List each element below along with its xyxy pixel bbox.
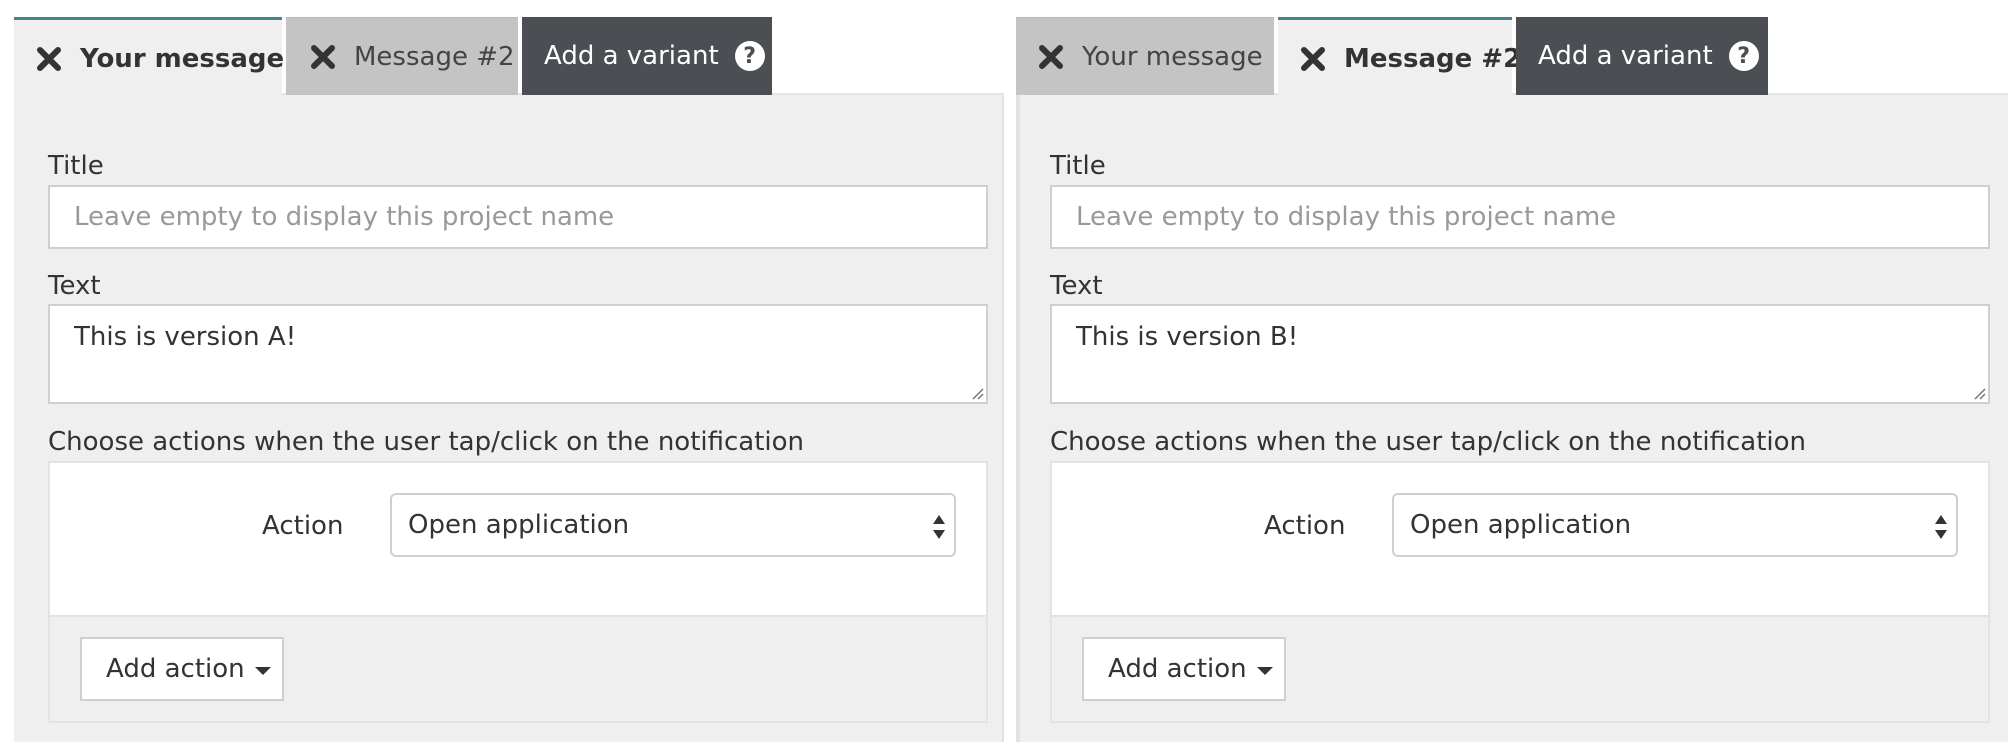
actions-footer: Add action bbox=[50, 615, 986, 721]
action-select-value: Open application bbox=[408, 510, 630, 540]
close-icon[interactable] bbox=[1300, 46, 1326, 72]
actions-footer: Add action bbox=[1052, 615, 1988, 721]
tab-bar: Your message Message #2 Add a variant ? bbox=[14, 17, 1004, 97]
tab-your-message[interactable]: Your message bbox=[14, 17, 285, 97]
left-panel: Your message Message #2 Add a variant ? … bbox=[14, 0, 1004, 742]
right-panel: Your message Message #2 Add a variant ? … bbox=[1016, 0, 2008, 742]
title-input[interactable]: Leave empty to display this project name bbox=[48, 185, 988, 249]
tab-bar: Your message Message #2 Add a variant ? bbox=[1016, 17, 2008, 97]
add-variant-label: Add a variant bbox=[544, 41, 719, 71]
add-action-button[interactable]: Add action bbox=[1082, 637, 1286, 701]
action-label: Action bbox=[262, 511, 344, 541]
text-value: This is version B! bbox=[1076, 322, 1299, 352]
text-label: Text bbox=[1050, 271, 1103, 301]
tab-label: Your message bbox=[80, 43, 285, 74]
tab-label: Message #2 bbox=[354, 41, 515, 72]
text-label: Text bbox=[48, 271, 101, 301]
action-label: Action bbox=[1264, 511, 1346, 541]
add-variant-tab[interactable]: Add a variant ? bbox=[522, 17, 772, 95]
add-action-label: Add action bbox=[1108, 654, 1247, 684]
help-icon[interactable]: ? bbox=[1728, 41, 1759, 71]
tab-label: Message #2 bbox=[1344, 43, 1522, 74]
title-input[interactable]: Leave empty to display this project name bbox=[1050, 185, 1990, 249]
tab-message-2[interactable]: Message #2 bbox=[1278, 17, 1521, 97]
select-arrows-icon bbox=[1935, 515, 1947, 539]
caret-down-icon bbox=[1256, 667, 1273, 675]
help-icon[interactable]: ? bbox=[734, 41, 765, 71]
action-select[interactable]: Open application bbox=[1392, 493, 1958, 557]
tab-label: Your message bbox=[1082, 41, 1263, 72]
text-textarea[interactable]: This is version A! bbox=[48, 304, 988, 404]
caret-down-icon bbox=[254, 667, 271, 675]
select-arrows-icon bbox=[933, 515, 945, 539]
add-action-button[interactable]: Add action bbox=[80, 637, 284, 701]
message-form: Title Leave empty to display this projec… bbox=[1016, 95, 2008, 742]
title-label: Title bbox=[1050, 151, 1106, 181]
add-variant-label: Add a variant bbox=[1538, 41, 1713, 71]
actions-box: Action Open application Add action bbox=[1050, 461, 1990, 723]
action-select-value: Open application bbox=[1410, 510, 1632, 540]
add-action-label: Add action bbox=[106, 654, 245, 684]
add-variant-tab[interactable]: Add a variant ? bbox=[1516, 17, 1768, 95]
close-icon[interactable] bbox=[310, 44, 336, 70]
resize-grip-icon[interactable] bbox=[1970, 384, 1986, 400]
close-icon[interactable] bbox=[36, 46, 62, 72]
actions-label: Choose actions when the user tap/click o… bbox=[1050, 427, 1807, 457]
resize-grip-icon[interactable] bbox=[968, 384, 984, 400]
tab-message-2[interactable]: Message #2 bbox=[286, 17, 518, 95]
message-form: Title Leave empty to display this projec… bbox=[14, 95, 1004, 742]
title-label: Title bbox=[48, 151, 104, 181]
action-select[interactable]: Open application bbox=[390, 493, 956, 557]
close-icon[interactable] bbox=[1038, 44, 1064, 70]
text-textarea[interactable]: This is version B! bbox=[1050, 304, 1990, 404]
text-value: This is version A! bbox=[74, 322, 297, 352]
tab-your-message[interactable]: Your message bbox=[1016, 17, 1274, 95]
actions-box: Action Open application Add action bbox=[48, 461, 988, 723]
actions-label: Choose actions when the user tap/click o… bbox=[48, 427, 805, 457]
